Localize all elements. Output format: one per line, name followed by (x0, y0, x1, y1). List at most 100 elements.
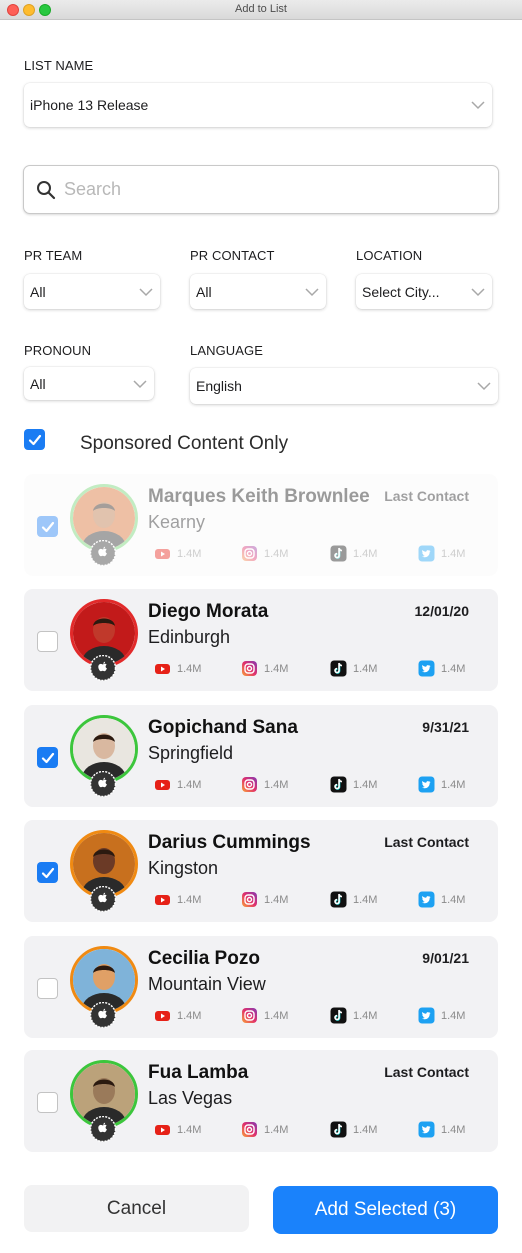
tiktok-followers: 1.4M (353, 893, 378, 906)
cancel-button[interactable]: Cancel (24, 1185, 249, 1232)
apple-badge-icon (90, 1116, 116, 1142)
tiktok-icon (330, 545, 347, 562)
youtube-followers: 1.4M (177, 893, 202, 906)
youtube-followers: 1.4M (177, 778, 202, 791)
list-name-select[interactable]: iPhone 13 Release (24, 83, 492, 127)
contact-name: Diego Morata (148, 601, 269, 622)
contact-checkbox[interactable] (37, 1092, 58, 1113)
youtube-stat: 1.4M (154, 1121, 201, 1138)
window-titlebar: Add to List (0, 0, 522, 20)
contact-card[interactable]: Gopichand Sana Springfield 9/31/21 1.4M 1.4M… (24, 705, 498, 807)
youtube-followers: 1.4M (177, 1123, 202, 1136)
contact-card[interactable]: Cecilia Pozo Mountain View 9/01/21 1.4M 1.4M… (24, 936, 498, 1038)
contact-checkbox[interactable] (37, 631, 58, 652)
contact-card[interactable]: Marques Keith Brownlee Kearny Last Contact… (24, 474, 498, 576)
search-box[interactable] (23, 165, 499, 214)
tiktok-followers: 1.4M (353, 547, 378, 560)
contact-card[interactable]: Darius Cummings Kingston Last Contact 1.4M 1… (24, 820, 498, 922)
contact-card[interactable]: Fua Lamba Las Vegas Last Contact 1.4M 1.4M 1.… (24, 1050, 498, 1152)
list-name-value: iPhone 13 Release (30, 97, 149, 113)
instagram-icon (242, 777, 257, 792)
tiktok-stat: 1.4M (330, 660, 377, 677)
contact-name: Cecilia Pozo (148, 948, 260, 969)
tiktok-stat: 1.4M (330, 545, 377, 562)
twitter-icon (418, 891, 435, 908)
instagram-icon (242, 661, 257, 676)
contact-checkbox[interactable] (37, 516, 58, 537)
contact-checkbox[interactable] (37, 862, 58, 883)
pr-contact-select[interactable]: All (190, 274, 326, 309)
contact-name: Darius Cummings (148, 832, 311, 853)
chevron-down-icon (464, 83, 492, 127)
contact-checkbox[interactable] (37, 978, 58, 999)
language-select[interactable]: English (190, 368, 498, 404)
youtube-stat: 1.4M (154, 891, 201, 908)
search-icon (24, 180, 64, 200)
contact-last-date: Last Contact (384, 1064, 469, 1080)
add-selected-button[interactable]: Add Selected (3) (273, 1186, 498, 1234)
tiktok-icon (330, 776, 347, 793)
checkmark-icon (41, 752, 54, 763)
instagram-icon (242, 892, 257, 907)
instagram-followers: 1.4M (264, 893, 289, 906)
pr-team-select[interactable]: All (24, 274, 160, 309)
window-title: Add to List (235, 3, 287, 15)
twitter-icon (418, 545, 435, 562)
pronoun-select[interactable]: All (24, 367, 154, 400)
apple-badge-icon (90, 1002, 116, 1028)
checkmark-icon (41, 867, 54, 878)
youtube-stat: 1.4M (154, 545, 201, 562)
sponsored-checkbox[interactable] (24, 429, 45, 450)
instagram-followers: 1.4M (264, 1123, 289, 1136)
contact-city: Las Vegas (148, 1088, 233, 1108)
instagram-stat: 1.4M (241, 1007, 288, 1024)
twitter-stat: 1.4M (418, 891, 465, 908)
twitter-followers: 1.4M (441, 778, 466, 791)
apple-badge-icon (90, 655, 116, 681)
tiktok-icon (330, 660, 347, 677)
chevron-down-icon (126, 367, 154, 400)
checkmark-icon (41, 521, 54, 532)
search-input[interactable] (64, 179, 464, 200)
contact-last-date: 9/31/21 (422, 719, 469, 735)
location-select[interactable]: Select City... (356, 274, 492, 309)
pr-team-label: PR TEAM (24, 248, 83, 263)
apple-badge-icon (90, 540, 116, 566)
contact-name: Marques Keith Brownlee (148, 486, 370, 507)
youtube-icon (155, 549, 170, 559)
contact-city: Edinburgh (148, 627, 231, 647)
twitter-followers: 1.4M (441, 893, 466, 906)
instagram-followers: 1.4M (264, 778, 289, 791)
instagram-stat: 1.4M (241, 776, 288, 793)
instagram-icon (242, 1122, 257, 1137)
tiktok-followers: 1.4M (353, 1123, 378, 1136)
contact-city: Springfield (148, 743, 234, 763)
instagram-stat: 1.4M (241, 891, 288, 908)
youtube-icon (155, 1011, 170, 1021)
language-label: LANGUAGE (190, 343, 264, 358)
language-value: English (196, 378, 242, 394)
twitter-followers: 1.4M (441, 662, 466, 675)
youtube-icon (155, 664, 170, 674)
contact-last-date: 9/01/21 (422, 950, 469, 966)
chevron-down-icon (298, 274, 326, 309)
pronoun-value: All (30, 375, 46, 392)
chevron-down-icon (470, 368, 498, 404)
contact-card[interactable]: Diego Morata Edinburgh 12/01/20 1.4M 1.4M 1.4… (24, 589, 498, 691)
twitter-stat: 1.4M (418, 545, 465, 562)
youtube-followers: 1.4M (177, 1009, 202, 1022)
instagram-stat: 1.4M (241, 1121, 288, 1138)
youtube-followers: 1.4M (177, 662, 202, 675)
contact-checkbox[interactable] (37, 747, 58, 768)
pr-contact-label: PR CONTACT (190, 248, 275, 263)
youtube-stat: 1.4M (154, 1007, 201, 1024)
tiktok-icon (330, 1121, 347, 1138)
tiktok-stat: 1.4M (330, 776, 377, 793)
location-value: Select City... (362, 283, 440, 300)
location-label: LOCATION (356, 248, 423, 263)
youtube-icon (155, 1125, 170, 1135)
tiktok-stat: 1.4M (330, 891, 377, 908)
pr-team-value: All (30, 283, 46, 300)
youtube-stat: 1.4M (154, 660, 201, 677)
twitter-followers: 1.4M (441, 1123, 466, 1136)
